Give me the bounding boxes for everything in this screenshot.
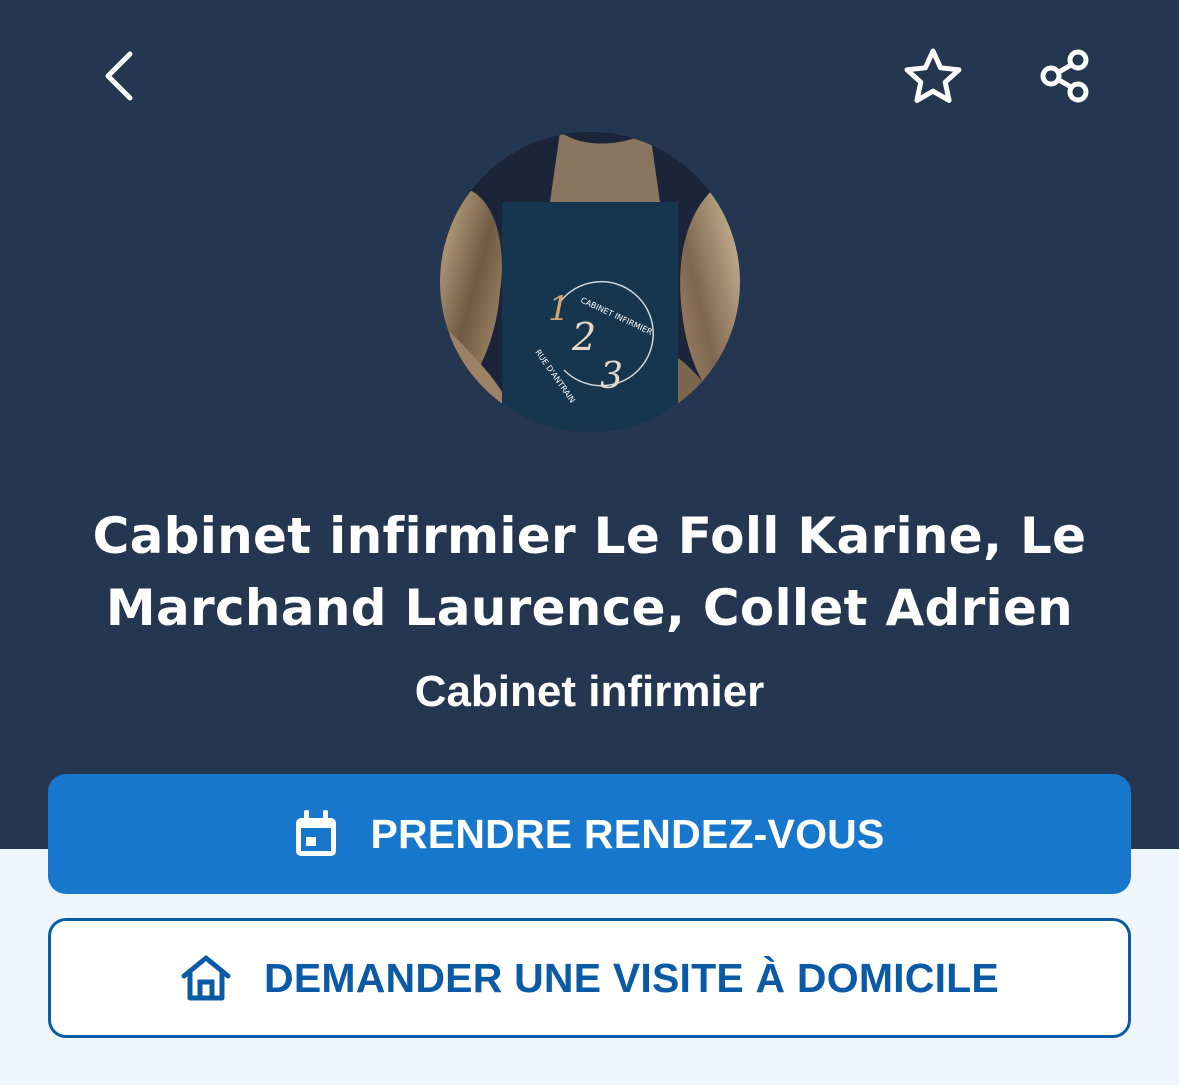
book-appointment-label: PRENDRE RENDEZ-VOUS bbox=[370, 810, 885, 857]
logo-number-2: 2 bbox=[571, 315, 596, 359]
page-subtitle: Cabinet infirmier bbox=[414, 667, 765, 716]
page-title: Cabinet infirmier Le Foll Karine, Le Mar… bbox=[92, 507, 1087, 637]
share-icon bbox=[1040, 49, 1089, 103]
logo-number-1: 1 bbox=[548, 289, 570, 329]
share-button[interactable] bbox=[1025, 36, 1105, 116]
back-button[interactable] bbox=[78, 36, 158, 116]
favorite-button[interactable] bbox=[893, 36, 973, 116]
book-appointment-button[interactable]: PRENDRE RENDEZ-VOUS bbox=[48, 774, 1131, 894]
request-home-visit-label: DEMANDER UNE VISITE À DOMICILE bbox=[264, 954, 999, 1001]
cabinet-logo-image: 1 2 3 CABINET INFIRMIER RUE D'ANTRAIN bbox=[440, 132, 740, 432]
home-icon bbox=[180, 954, 232, 1002]
chevron-left-icon bbox=[105, 51, 133, 101]
star-outline-icon bbox=[904, 48, 962, 103]
avatar: 1 2 3 CABINET INFIRMIER RUE D'ANTRAIN bbox=[440, 132, 740, 432]
calendar-icon bbox=[294, 810, 338, 858]
request-home-visit-button[interactable]: DEMANDER UNE VISITE À DOMICILE bbox=[48, 918, 1131, 1038]
logo-number-3: 3 bbox=[600, 356, 623, 397]
